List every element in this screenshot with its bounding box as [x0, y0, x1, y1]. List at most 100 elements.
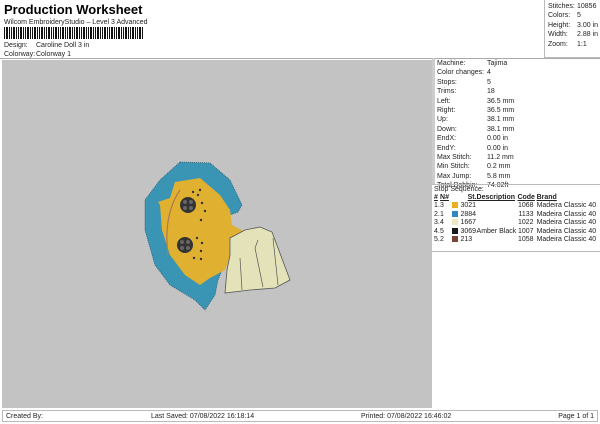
col-header: St. — [467, 194, 477, 201]
description — [477, 219, 518, 228]
label: Left: — [437, 97, 451, 105]
design-stats: Stitches: 10856 Colors: 5 Height: 3.00 in Widt… — [544, 0, 600, 58]
col-header: Brand — [536, 194, 557, 201]
thread-brand: Madeira Classic 40 — [536, 219, 597, 226]
value: 5.8 mm — [487, 172, 511, 180]
description — [477, 202, 518, 211]
needle: 3 — [440, 202, 444, 209]
value: Tajima — [487, 60, 508, 67]
color-swatch — [451, 210, 458, 217]
label: Stops: — [437, 78, 457, 86]
label: Color changes: — [437, 69, 485, 77]
design-info: Design: Caroline Doll 3 in Colorway: Color… — [4, 41, 89, 60]
created-by: Created By: — [6, 412, 43, 420]
printed-date: Printed: 07/08/2022 16:46:02 — [361, 412, 452, 420]
label: Design: — [4, 42, 28, 49]
value: 1:1 — [577, 40, 587, 48]
label: Machine: — [437, 60, 466, 67]
info-row: Up: 38.1 mm — [437, 115, 600, 124]
label: Stitches: — [548, 3, 575, 10]
info-row: EndY: 0.00 in — [437, 144, 600, 153]
thread-brand: Madeira Classic 40 — [536, 210, 597, 218]
design-preview — [2, 60, 432, 408]
needle-number: 3 — [440, 202, 460, 211]
col-header: N# — [440, 194, 449, 201]
label: Colors: — [548, 12, 571, 20]
needle: 1 — [440, 210, 444, 218]
value: 0.00 in — [487, 144, 509, 152]
stitch-count: 1667 — [460, 219, 477, 226]
label: EndY: — [437, 144, 456, 152]
info-row: Stops: 5 — [437, 78, 600, 87]
table-row: 2. 1 2884 1133 Madeira Classic 40 — [434, 211, 598, 220]
thread-code: 1068 — [518, 202, 534, 209]
needle-number: 2 — [440, 236, 460, 245]
col-header: Code — [517, 194, 535, 201]
needle: 2 — [440, 236, 444, 243]
info-row: Trims: 18 — [437, 87, 600, 96]
info-row: Min Stitch: 0.2 mm — [437, 162, 600, 171]
color-swatch — [451, 219, 458, 226]
machine-info: Machine: Tajima Color changes: 4 Stops: 5 Trim… — [432, 58, 600, 189]
stop-sequence: Stop Sequence: # N# St. Description Code… — [432, 184, 600, 252]
value: 11.2 mm — [487, 154, 514, 162]
thread-brand: Madeira Classic 40 — [536, 227, 597, 235]
col-header: Description — [476, 194, 516, 201]
label: Right: — [437, 107, 456, 115]
needle: 4 — [440, 219, 444, 226]
info-row: Stitches: 10856 — [548, 2, 600, 11]
stitch-count: 2884 — [460, 210, 477, 218]
table-row: 1. 3 3021 1068 Madeira Classic 40 — [434, 202, 598, 211]
info-row: Left: 36.5 mm — [437, 97, 600, 106]
table-row: 3. 4 1667 1022 Madeira Classic 40 — [434, 219, 598, 228]
value: 5 — [487, 78, 491, 86]
label: Height: — [548, 21, 571, 29]
value: 4 — [487, 69, 491, 77]
info-row: Colors: 5 — [548, 11, 600, 20]
label: Max Jump: — [437, 172, 472, 180]
info-row: Max Stitch: 11.2 mm — [437, 153, 600, 162]
footer: Created By: Last Saved: 07/08/2022 16:18… — [2, 410, 598, 422]
value: 38.1 mm — [487, 116, 515, 124]
color-swatch — [451, 202, 458, 209]
table-row: 5. 2 213 1058 Madeira Classic 40 — [434, 236, 598, 245]
stop-sequence-label: Stop Sequence: — [434, 186, 484, 193]
info-row: Right: 36.5 mm — [437, 106, 600, 115]
value: Caroline Doll 3 in — [36, 42, 90, 49]
stitch-count: 3021 — [460, 202, 477, 209]
needle-number: 1 — [440, 211, 460, 220]
info-row: Height: 3.00 in — [548, 21, 600, 30]
needle: 5 — [440, 227, 444, 235]
value: 0.2 mm — [487, 163, 511, 171]
description — [477, 236, 518, 245]
description: Amber Black — [476, 227, 517, 235]
label: Zoom: — [548, 40, 568, 48]
thread-brand: Madeira Classic 40 — [536, 202, 597, 209]
info-row: Zoom: 1:1 — [548, 40, 600, 49]
table-row: 4. 5 3069 Amber Black 1007 Madeira Class… — [434, 228, 598, 237]
label: Width: — [548, 31, 568, 39]
stop-sequence-table: # N# St. Description Code Brand 1. 3 302… — [434, 193, 598, 245]
value: 10856 — [577, 3, 597, 10]
needle-number: 4 — [440, 219, 460, 228]
label: EndX: — [437, 135, 457, 143]
info-row: Max Jump: 5.8 mm — [437, 172, 600, 181]
needle-number: 5 — [440, 228, 460, 237]
label: Down: — [437, 125, 457, 133]
stitch-count: 213 — [460, 236, 473, 243]
software-name: Wilcom EmbroideryStudio – Level 3 Advanc… — [4, 19, 148, 26]
embroidery-design — [144, 161, 291, 311]
description — [477, 211, 518, 220]
label: Max Stitch: — [437, 154, 472, 162]
thread-code: 1007 — [518, 227, 534, 235]
thread-code: 1058 — [518, 236, 534, 243]
value: 0.00 in — [487, 135, 509, 143]
label: Trims: — [437, 88, 457, 96]
value: 38.1 mm — [487, 125, 515, 133]
value: 18 — [487, 88, 495, 96]
value: 5 — [577, 12, 581, 20]
info-row: Down: 38.1 mm — [437, 125, 600, 134]
stitch-count: 3069 — [460, 227, 477, 235]
info-row: Machine: Tajima — [437, 59, 600, 68]
color-swatch — [451, 227, 458, 234]
